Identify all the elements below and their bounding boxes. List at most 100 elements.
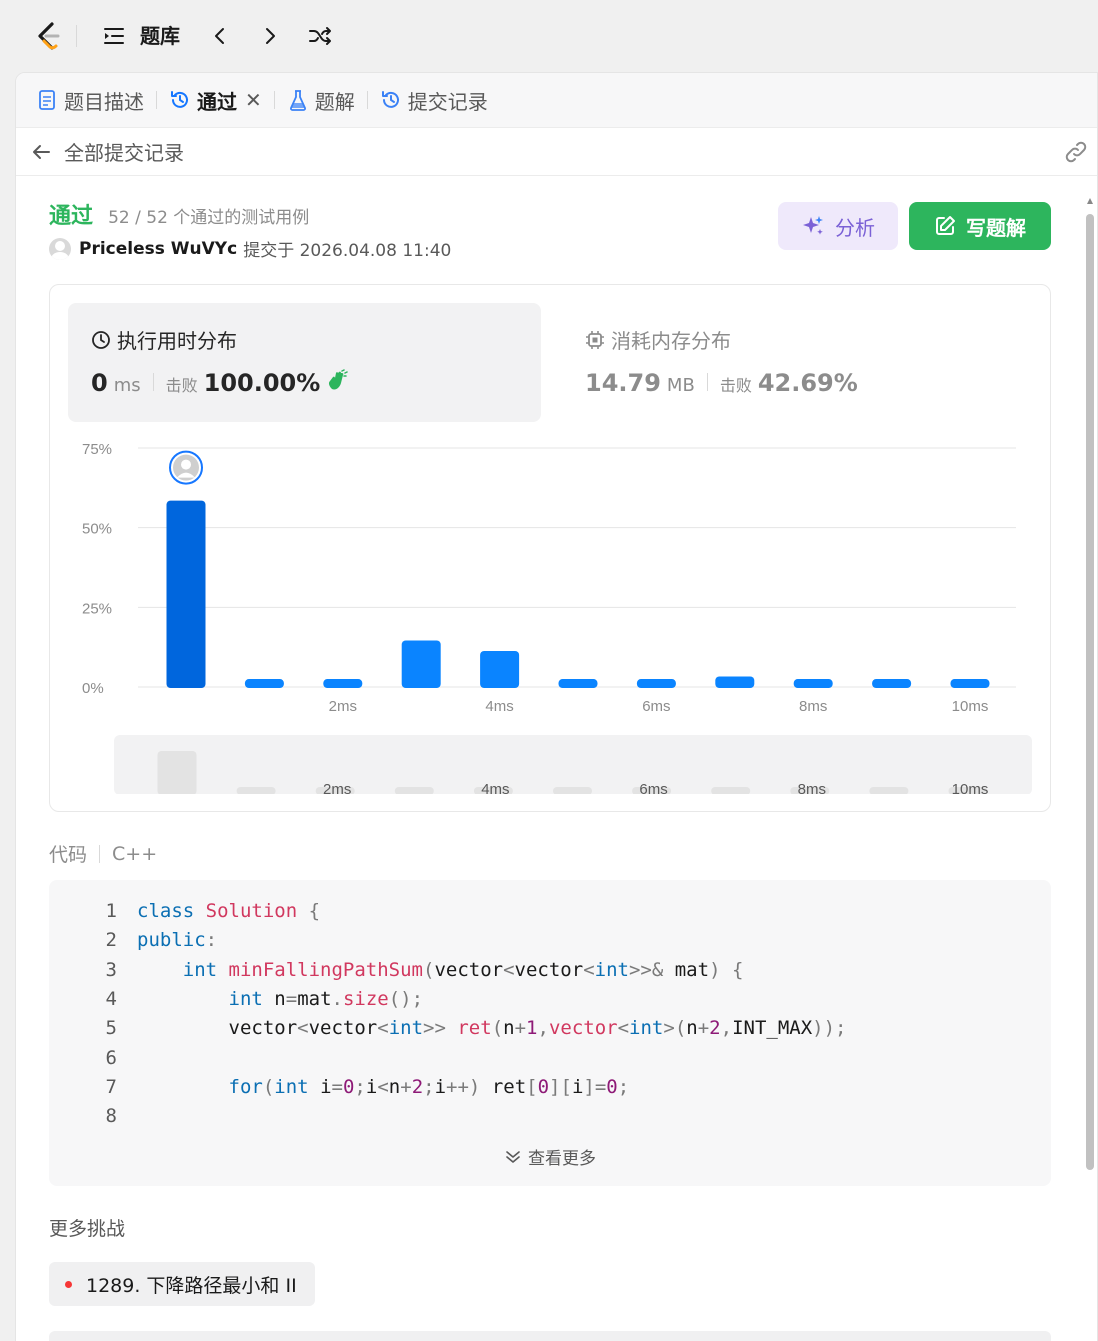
write-solution-button[interactable]: 写题解 bbox=[909, 202, 1051, 250]
next-problem-button[interactable] bbox=[256, 22, 284, 50]
code-token: ][ bbox=[549, 1075, 572, 1098]
code-token: class bbox=[137, 900, 206, 922]
code-header: 代码 C++ bbox=[49, 842, 158, 867]
code-token: n bbox=[274, 987, 286, 1010]
code-token: ret bbox=[491, 1075, 527, 1098]
difficulty-dot bbox=[65, 1280, 72, 1288]
line-number: 1 bbox=[105, 900, 117, 922]
line-number: 8 bbox=[105, 1105, 117, 1128]
problem-bank-link[interactable]: 题库 bbox=[140, 22, 180, 50]
code-token: < bbox=[583, 958, 595, 981]
code-token: public bbox=[137, 929, 206, 952]
avatar[interactable] bbox=[49, 237, 71, 260]
code-token: int bbox=[388, 1017, 424, 1040]
top-bar: 题库 bbox=[0, 0, 1098, 72]
list-toggle-icon[interactable] bbox=[100, 22, 128, 50]
show-more-button[interactable]: 查看更多 bbox=[49, 1144, 1051, 1169]
y-tick-label: 25% bbox=[82, 600, 112, 617]
document-icon bbox=[36, 89, 58, 111]
code-token: ) { bbox=[709, 958, 744, 981]
tab-submissions[interactable]: 提交记录 bbox=[380, 73, 488, 128]
x-tick-label: 10ms bbox=[952, 698, 989, 715]
close-icon[interactable]: ✕ bbox=[245, 88, 262, 112]
code-token: ]= bbox=[583, 1075, 607, 1098]
code-token: ++) bbox=[446, 1075, 492, 1098]
code-token: Solution bbox=[205, 900, 309, 922]
code-token: size bbox=[342, 987, 389, 1010]
avatar-marker-head bbox=[181, 459, 191, 470]
analyze-button[interactable]: 分析 bbox=[778, 202, 898, 250]
bar bbox=[244, 679, 284, 688]
code-token: 0 bbox=[606, 1075, 618, 1098]
line-number: 5 bbox=[105, 1017, 117, 1040]
link-icon[interactable] bbox=[1063, 139, 1089, 165]
code-token: 2 bbox=[709, 1017, 721, 1040]
code-block[interactable]: 查看更多 1 class Solution {2 public: 3 int minF… bbox=[49, 880, 1051, 1186]
code-token: vector bbox=[137, 1017, 298, 1040]
test-cases-passed: 52 / 52 个通过的测试用例 bbox=[108, 208, 310, 228]
line-number: 2 bbox=[105, 929, 117, 952]
code-line: 2 public: bbox=[49, 926, 218, 955]
code-token: 1 bbox=[526, 1017, 538, 1040]
bar bbox=[558, 679, 598, 688]
code-token: int bbox=[629, 1017, 664, 1040]
scrollbar-thumb[interactable] bbox=[1086, 214, 1094, 1170]
code-token: : bbox=[205, 929, 218, 952]
line-number: 7 bbox=[105, 1075, 117, 1098]
prev-problem-button[interactable] bbox=[206, 22, 234, 50]
performance-stats: 执行用时分布 0 ms 击败 100.00% 消耗内存分布 14.79 MB 击… bbox=[49, 284, 1051, 812]
edit-icon bbox=[934, 215, 956, 237]
code-token: >>& bbox=[628, 958, 675, 981]
status-accepted: 通过 bbox=[49, 204, 94, 229]
code-line: 1 class Solution { bbox=[49, 897, 321, 926]
divider bbox=[76, 25, 77, 47]
shuffle-icon bbox=[309, 27, 331, 45]
code-token: , bbox=[537, 1017, 549, 1040]
code-token: n bbox=[388, 1075, 401, 1098]
code-token: ( bbox=[491, 1017, 504, 1040]
code-line: 8 bbox=[49, 1102, 137, 1131]
challenge-item[interactable]: 1289. 下降路径最小和 II bbox=[49, 1262, 315, 1306]
code-token: >> bbox=[423, 1017, 458, 1040]
code-token: vector bbox=[548, 1017, 618, 1040]
bar bbox=[793, 679, 833, 688]
tab-solutions[interactable]: 题解 bbox=[287, 73, 355, 128]
scrollbar[interactable] bbox=[1085, 198, 1095, 1170]
username[interactable]: Priceless WuVYc bbox=[79, 239, 237, 259]
code-language: C++ bbox=[112, 842, 158, 865]
code-line: 4 int n=mat.size(); bbox=[49, 985, 424, 1014]
code-line: 7 for(int i=0;i<n+2;i++) ret[0][i]=0; bbox=[49, 1073, 630, 1102]
bar bbox=[715, 676, 755, 688]
sparkle-icon bbox=[801, 214, 825, 238]
back-button[interactable] bbox=[28, 139, 54, 165]
navigator-bar bbox=[869, 787, 909, 795]
code-token: vector bbox=[308, 1017, 378, 1040]
bar bbox=[636, 679, 676, 688]
submission-panel: 题目描述 通过 ✕ 题解 提交记录 全部提交记录 通过 52 / 52 个通过的… bbox=[15, 72, 1098, 1341]
scroll-up-arrow[interactable] bbox=[1087, 198, 1093, 204]
flask-icon bbox=[287, 89, 309, 111]
random-problem-button[interactable] bbox=[306, 22, 334, 50]
all-submissions-link[interactable]: 全部提交记录 bbox=[64, 137, 184, 166]
bar bbox=[480, 650, 520, 688]
code-token: n bbox=[686, 1017, 698, 1040]
navigator-bar bbox=[236, 787, 276, 795]
x-tick-label: 8ms bbox=[799, 698, 827, 715]
code-token: i bbox=[571, 1075, 584, 1098]
tab-accepted[interactable]: 通过 ✕ bbox=[169, 73, 262, 128]
arrow-left-icon bbox=[33, 144, 50, 159]
code-token: < bbox=[617, 1017, 630, 1040]
code-token: INT_MAX bbox=[732, 1017, 813, 1040]
code-token: 0 bbox=[537, 1075, 550, 1098]
runtime-distribution-chart[interactable]: 75% 50% 25% 0% 2ms 4ms 6ms 8ms 10ms 2ms 4ms 6ms 8ms 1… bbox=[50, 285, 1052, 813]
code-token: mat bbox=[297, 987, 332, 1010]
code-token: , bbox=[720, 1017, 733, 1040]
navigator-tick-label: 8ms bbox=[798, 781, 826, 798]
leetcode-logo[interactable] bbox=[30, 18, 66, 54]
code-token: < bbox=[377, 1075, 389, 1098]
tab-description[interactable]: 题目描述 bbox=[36, 73, 144, 128]
code-token: n bbox=[503, 1017, 515, 1040]
